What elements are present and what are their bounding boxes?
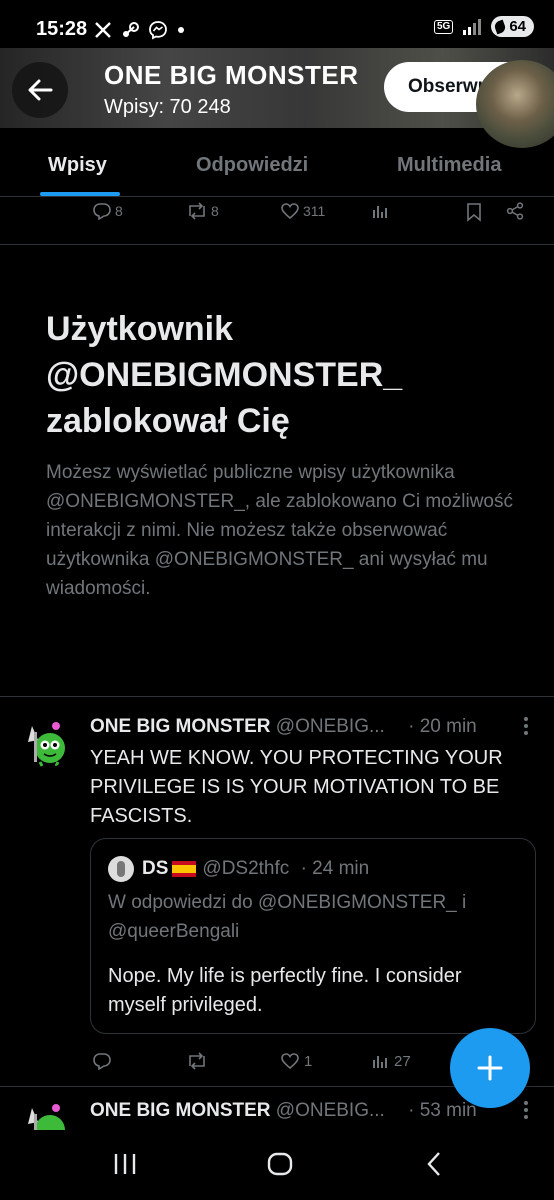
divider bbox=[0, 696, 554, 697]
repost-icon bbox=[189, 202, 205, 220]
monster-avatar-icon bbox=[28, 722, 65, 767]
messenger-icon bbox=[149, 21, 167, 40]
tab-media[interactable]: Multimedia bbox=[397, 154, 501, 177]
prev-bookmark-button[interactable] bbox=[466, 202, 482, 222]
like-count: 1 bbox=[304, 1052, 313, 1070]
chevron-left-icon bbox=[427, 1152, 440, 1176]
prev-like-count: 311 bbox=[303, 203, 326, 219]
tweet-author-name[interactable]: ONE BIG MONSTER bbox=[90, 716, 271, 737]
more-vertical-icon bbox=[524, 717, 528, 735]
tweet2-more-button[interactable] bbox=[522, 1100, 530, 1126]
prev-reply-count: 8 bbox=[115, 203, 123, 219]
prev-share-button[interactable] bbox=[506, 202, 524, 220]
views-icon bbox=[373, 206, 387, 218]
status-right: 5G 64 bbox=[433, 16, 534, 37]
x-icon bbox=[95, 22, 111, 38]
tweet-text: YEAH WE KNOW. YOU PROTECTING YOUR PRIVIL… bbox=[90, 747, 503, 827]
battery-indicator: 64 bbox=[491, 16, 534, 37]
prev-repost-button[interactable]: 8 bbox=[186, 202, 219, 220]
quoted-author-name: DS bbox=[142, 858, 169, 880]
reply-icon bbox=[93, 1053, 111, 1070]
tweet2-time[interactable]: · 53 min bbox=[408, 1100, 477, 1121]
prev-like-button[interactable]: 311 bbox=[280, 202, 325, 220]
prev-views-button[interactable] bbox=[372, 202, 390, 220]
compose-button[interactable] bbox=[450, 1028, 530, 1108]
share-icon bbox=[506, 202, 524, 220]
signal-icon bbox=[463, 18, 482, 35]
tab-posts[interactable]: Wpisy bbox=[48, 154, 107, 177]
quoted-author-handle: @DS2thfc bbox=[202, 858, 290, 880]
steam-icon bbox=[123, 22, 139, 37]
reply-icon bbox=[93, 203, 111, 220]
blocked-description: Możesz wyświetlać publiczne wpisy użytko… bbox=[46, 462, 513, 599]
views-button[interactable]: 27 bbox=[372, 1052, 411, 1070]
like-button[interactable]: 1 bbox=[280, 1052, 312, 1070]
tweet-time[interactable]: · 20 min bbox=[408, 716, 477, 737]
bookmark-icon bbox=[467, 203, 481, 222]
quoted-tweet-text: Nope. My life is perfectly fine. I consi… bbox=[108, 965, 462, 1016]
back-button[interactable] bbox=[12, 62, 68, 118]
quoted-reply-context: W odpowiedzi do @ONEBIGMONSTER_ i @queer… bbox=[108, 892, 467, 942]
tweet2-author-handle[interactable]: @ONEBIG... bbox=[276, 1100, 385, 1121]
more-vertical-icon bbox=[524, 1101, 528, 1119]
arrow-left-icon bbox=[28, 79, 53, 101]
tweet-more-button[interactable] bbox=[522, 716, 530, 742]
reply-button[interactable] bbox=[92, 1052, 112, 1070]
home-icon bbox=[267, 1152, 293, 1176]
tab-replies[interactable]: Odpowiedzi bbox=[196, 154, 308, 177]
active-tab-indicator bbox=[40, 192, 120, 196]
blocked-title-line3: zablokował Cię bbox=[46, 402, 290, 440]
heart-icon bbox=[281, 1053, 299, 1070]
blocked-title-line1: Użytkownik bbox=[46, 310, 234, 348]
tweet2-author-name[interactable]: ONE BIG MONSTER bbox=[90, 1100, 271, 1121]
notification-icons bbox=[94, 20, 186, 40]
tweet2-header: ONE BIG MONSTER @ONEBIG... · 53 min bbox=[90, 1100, 540, 1122]
status-time: 15:28 bbox=[36, 18, 88, 40]
prev-repost-count: 8 bbox=[211, 203, 219, 219]
prev-reply-button[interactable]: 8 bbox=[92, 202, 123, 220]
quoted-tweet-header: DS @DS2thfc · 24 min bbox=[108, 856, 369, 882]
recents-button[interactable] bbox=[112, 1150, 138, 1183]
back-system-button[interactable] bbox=[424, 1150, 444, 1183]
views-icon bbox=[373, 1056, 387, 1068]
quoted-avatar bbox=[108, 856, 134, 882]
posts-count: Wpisy: 70 248 bbox=[104, 96, 231, 118]
plus-icon bbox=[477, 1055, 503, 1081]
heart-icon bbox=[281, 203, 299, 220]
blocked-title: Użytkownik @ONEBIGMONSTER_ zablokował Ci… bbox=[46, 306, 516, 444]
profile-name: ONE BIG MONSTER bbox=[104, 60, 359, 90]
tweet-avatar[interactable] bbox=[20, 716, 72, 768]
divider bbox=[0, 244, 554, 245]
home-button[interactable] bbox=[266, 1150, 294, 1183]
blocked-title-line2: @ONEBIGMONSTER_ bbox=[46, 356, 403, 394]
network-badge: 5G bbox=[433, 19, 454, 34]
tweet-author-handle[interactable]: @ONEBIG... bbox=[276, 716, 385, 737]
spain-flag-icon bbox=[172, 861, 197, 877]
dot-icon bbox=[178, 27, 184, 33]
repost-button[interactable] bbox=[186, 1052, 208, 1070]
tweet-header: ONE BIG MONSTER @ONEBIG... · 20 min bbox=[90, 716, 540, 738]
repost-icon bbox=[189, 1052, 205, 1070]
views-count: 27 bbox=[394, 1052, 411, 1070]
recents-icon bbox=[114, 1154, 136, 1174]
quoted-time: · 24 min bbox=[300, 858, 370, 880]
